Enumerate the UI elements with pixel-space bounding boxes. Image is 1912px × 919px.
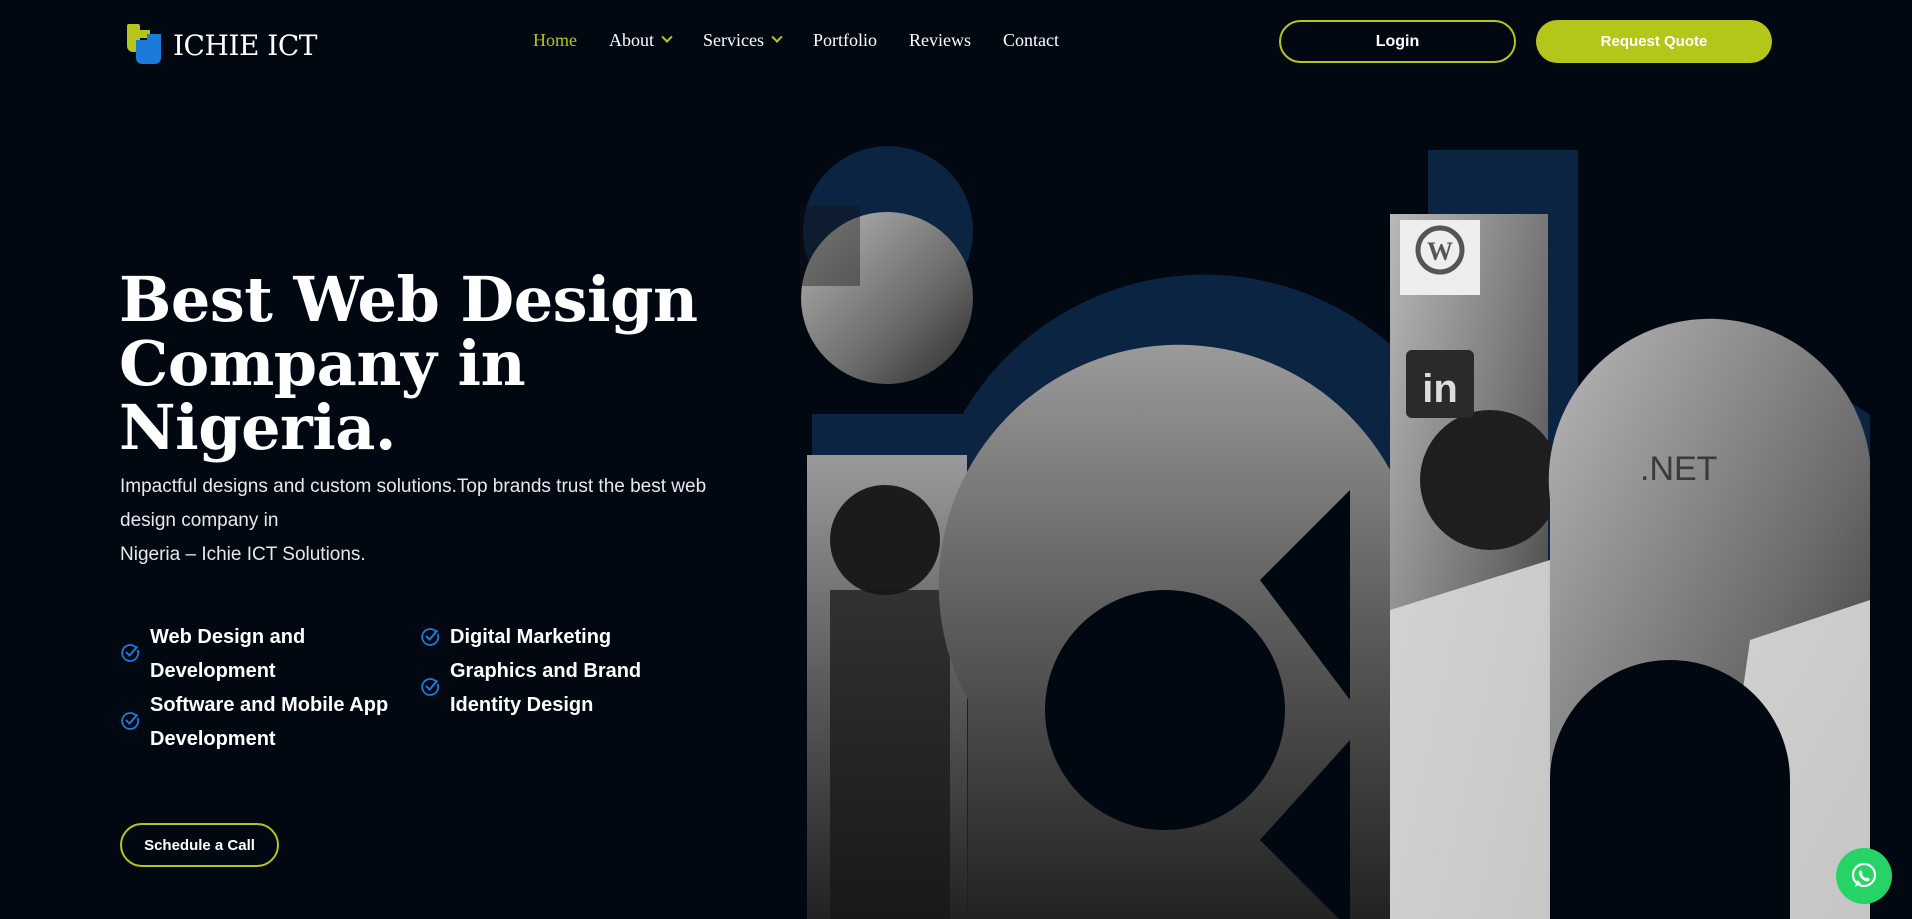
hero-image-collage: W in .NET — [790, 140, 1870, 919]
whatsapp-chat-button[interactable] — [1836, 848, 1892, 904]
hero-photo-shapes: W in .NET — [800, 146, 1870, 919]
whatsapp-icon — [1851, 862, 1877, 888]
hero-desc-line1: Impactful designs and custom solutions.T… — [120, 476, 707, 497]
login-button[interactable]: Login — [1279, 20, 1516, 63]
site-header: ICHIE ICT Home About Services Portfolio … — [0, 0, 1912, 84]
feature-item: Software and Mobile App Development — [120, 688, 400, 756]
nav-portfolio[interactable]: Portfolio — [813, 30, 877, 51]
linkedin-sign: in — [1422, 367, 1458, 411]
nav-portfolio-label: Portfolio — [812, 29, 877, 50]
hero-desc-line2: design company in — [120, 510, 279, 531]
feature-item: Digital Marketing — [420, 620, 700, 654]
hero-title-line2: Company in Nigeria. — [119, 327, 526, 464]
chevron-down-icon — [771, 31, 783, 43]
feature-item: Graphics and Brand Identity Design — [420, 654, 700, 722]
nav-services[interactable]: Services — [703, 29, 783, 51]
nav-services-label: Services — [703, 29, 764, 50]
request-quote-button[interactable]: Request Quote — [1536, 20, 1772, 63]
nav-reviews[interactable]: Reviews — [909, 30, 971, 51]
nav-contact-label: Contact — [1003, 29, 1059, 50]
feature-label: Graphics and Brand Identity Design — [450, 660, 642, 716]
nav-about-label: About — [609, 29, 654, 50]
check-circle-icon — [421, 678, 440, 696]
feature-label: Digital Marketing — [450, 626, 612, 648]
hero-title-line1: Best Web Design — [119, 263, 698, 336]
nav-reviews-label: Reviews — [909, 29, 971, 50]
logo-text: ICHIE ICT — [173, 28, 317, 62]
check-circle-icon — [121, 644, 140, 662]
wordpress-sign: W — [1427, 237, 1453, 266]
dotnet-sign: .NET — [1640, 450, 1717, 488]
nav-about[interactable]: About — [609, 29, 673, 51]
nav-home[interactable]: Home — [533, 30, 577, 51]
logo-mark-icon — [127, 24, 165, 66]
chevron-down-icon — [661, 31, 673, 43]
nav-contact[interactable]: Contact — [1003, 30, 1059, 51]
site-logo[interactable]: ICHIE ICT — [127, 24, 317, 66]
nav-home-label: Home — [533, 29, 577, 50]
check-circle-icon — [121, 712, 140, 730]
main-nav: Home About Services Portfolio Reviews Co… — [533, 28, 1091, 52]
hero-title: Best Web Design Company in Nigeria. — [119, 268, 759, 460]
hero-description: Impactful designs and custom solutions.T… — [120, 470, 740, 572]
feature-list: Web Design and Development Digital Marke… — [120, 620, 720, 756]
schedule-call-button[interactable]: Schedule a Call — [120, 823, 279, 867]
feature-label: Web Design and Development — [150, 626, 306, 682]
hero-desc-line3: Nigeria – Ichie ICT Solutions. — [120, 544, 366, 565]
feature-item: Web Design and Development — [120, 620, 400, 688]
feature-label: Software and Mobile App Development — [150, 694, 389, 750]
check-circle-icon — [421, 628, 440, 646]
